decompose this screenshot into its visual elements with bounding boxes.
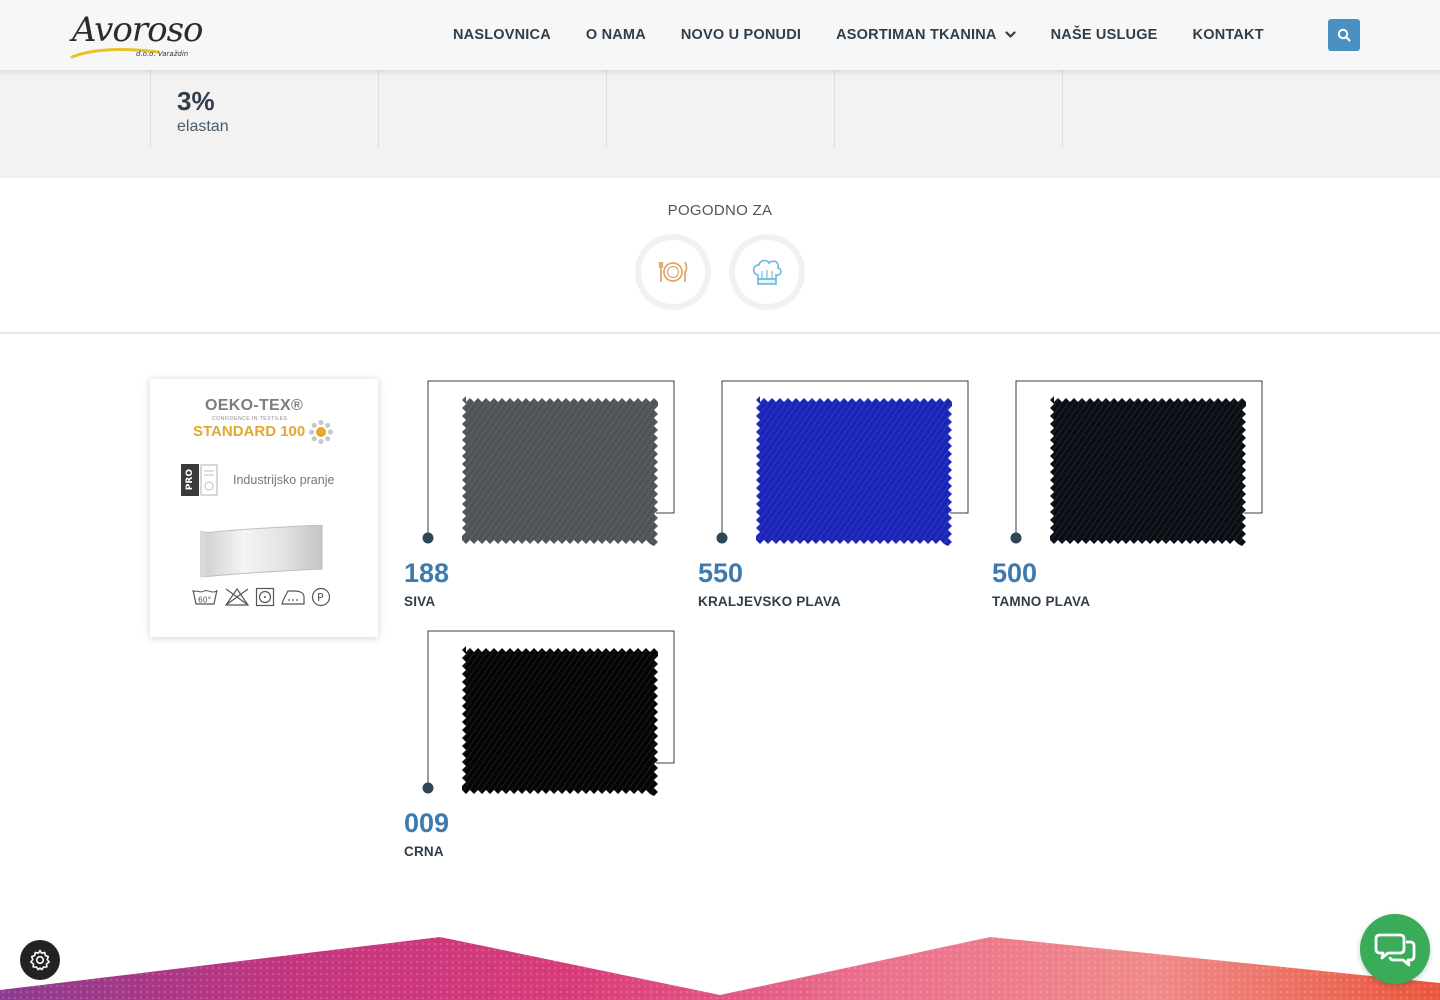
composition-material: elastan bbox=[177, 118, 229, 135]
footer-fabric-image bbox=[0, 937, 1440, 1000]
nav-item-nase-usluge[interactable]: NAŠE USLUGE bbox=[1051, 27, 1158, 43]
restaurant-icon bbox=[658, 261, 688, 282]
color-swatch[interactable]: 500 TAMNO PLAVA bbox=[992, 380, 1272, 620]
chevron-down-icon bbox=[1005, 31, 1016, 38]
industrial-wash-icon bbox=[200, 464, 218, 496]
chef-hat-icon bbox=[752, 259, 782, 285]
cookie-settings-button[interactable] bbox=[20, 940, 60, 980]
composition-percent: 3% bbox=[177, 86, 215, 116]
nav-item-o-nama[interactable]: O NAMA bbox=[586, 27, 646, 43]
swatch-name: SIVA bbox=[404, 594, 436, 609]
care-symbols: 60° P bbox=[191, 587, 331, 607]
swatch-frame bbox=[1010, 380, 1263, 546]
logo-subtitle: d.o.o. Varaždin bbox=[136, 50, 189, 58]
fabric-swatch-image bbox=[462, 396, 658, 546]
swatch-code: 009 bbox=[404, 808, 450, 838]
swatch-frame bbox=[716, 380, 969, 546]
nav-label: NAŠE USLUGE bbox=[1050, 27, 1158, 43]
logo[interactable]: Avoroso d.o.o. Varaždin bbox=[70, 8, 203, 62]
fabric-swatch-image bbox=[1050, 396, 1246, 546]
section-divider bbox=[0, 332, 1440, 334]
tumble-dry-icon bbox=[255, 587, 275, 607]
no-bleach-icon bbox=[224, 587, 250, 606]
oeko-tex-flower-icon bbox=[308, 419, 334, 445]
industrial-wash-label: Industrijsko pranje bbox=[233, 473, 335, 487]
swatch-frame bbox=[422, 380, 675, 546]
logo-text: Avoroso bbox=[72, 10, 203, 50]
site-header: Avoroso d.o.o. Varaždin NASLOVNICA O NAM… bbox=[0, 0, 1440, 70]
swatch-code: 500 bbox=[992, 558, 1038, 588]
nav-label: KONTAKT bbox=[1192, 27, 1264, 43]
swatch-name: KRALJEVSKO PLAVA bbox=[698, 594, 841, 609]
chat-bubbles-icon bbox=[1374, 933, 1416, 967]
swatch-connector-dot bbox=[422, 782, 434, 794]
fabric-swatch-image bbox=[756, 396, 952, 546]
gear-icon bbox=[30, 949, 50, 971]
search-button[interactable] bbox=[1328, 19, 1360, 51]
nav-label: ASORTIMAN TKANINA bbox=[836, 27, 997, 43]
chat-button[interactable] bbox=[1360, 914, 1430, 984]
suitable-restaurant bbox=[641, 240, 705, 304]
nav-label: NOVO U PONUDI bbox=[680, 27, 802, 43]
nav-item-naslovnica[interactable]: NASLOVNICA bbox=[453, 27, 551, 43]
nav-item-asortiman-tkanina[interactable]: ASORTIMAN TKANINA bbox=[836, 27, 1016, 43]
wash-temp-text: 60° bbox=[198, 596, 212, 605]
fabric-swatch-image bbox=[462, 646, 658, 796]
color-swatch[interactable]: 009 CRNA bbox=[404, 630, 684, 870]
swatch-connector-dot bbox=[716, 532, 728, 544]
composition-column bbox=[379, 70, 607, 148]
oeko-tex-title: OEKO-TEX® bbox=[205, 397, 304, 414]
dry-clean-text: P bbox=[317, 591, 324, 604]
certification-card: OEKO-TEX® CONFIDENCE IN TEXTILES STANDAR… bbox=[150, 379, 378, 637]
swatch-code: 188 bbox=[404, 558, 450, 588]
nav-item-novo-u-ponudi[interactable]: NOVO U PONUDI bbox=[681, 27, 801, 43]
oeko-tex-standard: STANDARD 100 bbox=[193, 423, 306, 440]
nav-label: NASLOVNICA bbox=[453, 27, 551, 43]
search-icon bbox=[1337, 28, 1351, 42]
composition-column bbox=[835, 70, 1063, 148]
iron-icon bbox=[281, 590, 305, 605]
nav-label: O NAMA bbox=[585, 27, 646, 43]
swatch-frame bbox=[422, 630, 675, 796]
dry-clean-icon: P bbox=[311, 587, 331, 607]
color-swatch[interactable]: 188 SIVA bbox=[404, 380, 684, 620]
swatch-code: 550 bbox=[698, 558, 744, 588]
wash-60-icon: 60° bbox=[192, 589, 218, 605]
suitable-for-title: POGODNO ZA bbox=[667, 202, 773, 219]
swatch-connector-dot bbox=[422, 532, 434, 544]
pro-badge: PRO bbox=[181, 464, 199, 496]
suitable-chef bbox=[735, 240, 799, 304]
oeko-tex-tagline: CONFIDENCE IN TEXTILES bbox=[212, 416, 288, 422]
nav-item-kontakt[interactable]: KONTAKT bbox=[1193, 27, 1264, 43]
swatch-name: TAMNO PLAVA bbox=[992, 594, 1091, 609]
color-swatch[interactable]: 550 KRALJEVSKO PLAVA bbox=[698, 380, 978, 620]
swatch-name: CRNA bbox=[404, 844, 444, 859]
swatch-connector-dot bbox=[1010, 532, 1022, 544]
pro-badge-text: PRO bbox=[184, 469, 195, 491]
composition-column bbox=[607, 70, 835, 148]
fabric-label-icon bbox=[200, 525, 323, 578]
main-nav: NASLOVNICA O NAMA NOVO U PONUDI ASORTIMA… bbox=[453, 26, 1264, 44]
